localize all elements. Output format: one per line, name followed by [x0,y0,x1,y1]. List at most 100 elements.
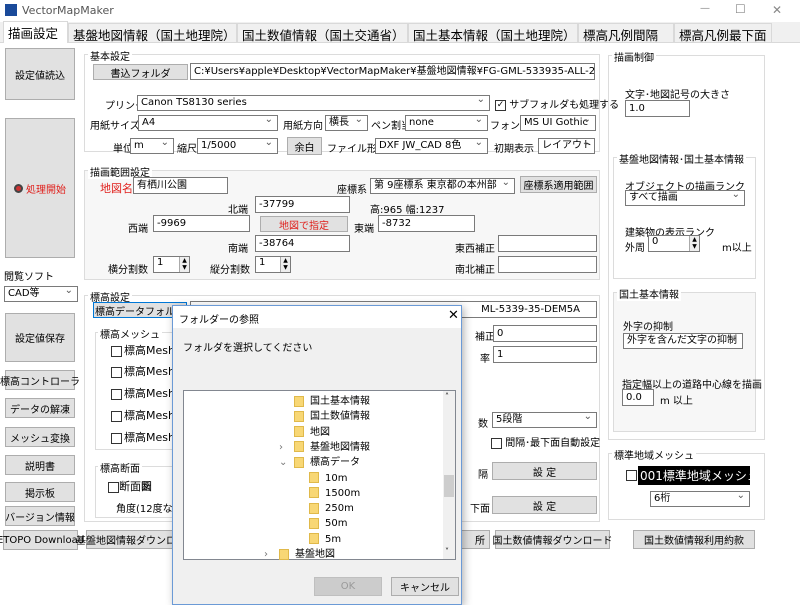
tab-0[interactable]: 描画設定 [3,21,68,43]
basic-settings-title: 基本設定 [88,48,132,63]
close-button[interactable]: ✕ [772,3,782,17]
rate-input[interactable]: 1 [493,346,597,363]
ew-correction-input[interactable] [498,235,597,252]
interval-set-button[interactable]: 設 定 [492,462,597,480]
subfolder-checkbox[interactable]: ✓ サブフォルダも処理する [495,96,619,111]
north-input[interactable]: -37799 [255,196,350,213]
ns-correction-input[interactable] [498,256,597,273]
map-select-button[interactable]: 地図で指定 [260,216,348,232]
map-name-input[interactable]: 有栖川公園 [133,177,228,194]
save-settings-button[interactable]: 設定値保存 [5,313,75,362]
outer-spinner[interactable]: 0 ▲ ▼ [648,235,700,252]
dialog-close-icon[interactable]: ✕ [448,308,459,323]
tab-2[interactable]: 国土数値情報（国土交通省） [237,23,408,43]
pen-select[interactable]: none [405,115,488,131]
tab-4[interactable]: 標高凡例間隔 [578,23,674,43]
maximize-button[interactable]: ☐ [735,2,746,16]
mesh-checkbox[interactable] [626,470,637,481]
h-div-spinner[interactable]: 1 ▲ ▼ [153,256,190,273]
spin-arrows-icon[interactable]: ▲ ▼ [689,236,699,251]
left-button-5[interactable]: バージョン情報 [5,506,75,526]
tree-item-label: 国土基本情報 [310,396,370,407]
auto-checkbox[interactable]: 間隔･最下面自動設定 [491,434,600,449]
margin-button[interactable]: 余白 [287,137,322,155]
spin-arrows-icon[interactable]: ▲ ▼ [179,257,189,272]
scroll-down-icon[interactable]: ˅ [445,547,449,556]
viewer-select[interactable]: CAD等 [4,286,78,302]
checkbox-box[interactable] [111,366,122,378]
road-input[interactable]: 0.0 [622,389,654,406]
tree-item[interactable]: 50m [309,516,347,531]
steps-label: 数 [478,419,488,430]
kokudo-download-button[interactable]: 国土数値情報ダウンロード [493,530,613,549]
chevron-right-icon[interactable]: › [279,440,283,455]
east-input[interactable]: -8732 [378,215,475,232]
tree-item[interactable]: › 基盤地図 [264,547,335,562]
scroll-up-icon[interactable]: ˄ [445,392,449,401]
folder-tree[interactable]: 国土基本情報 国土数値情報 地図 › 基盤地図情報 ⌄ 標高データ 10m 1500m 250m 5… [183,390,456,560]
initial-view-select[interactable]: レイアウト [538,138,595,154]
tab-3[interactable]: 国土基本情報（国土地理院） [408,23,578,43]
road-unit: m 以上 [660,396,693,407]
font-select[interactable]: MS UI Gothic [520,115,596,131]
printer-select[interactable]: Canon TS8130 series [137,95,490,111]
checkbox-box[interactable] [111,345,122,357]
format-select[interactable]: DXF JW_CAD 8色 [375,138,488,154]
ok-button[interactable]: OK [314,577,382,596]
crs-select[interactable]: 第 9座標系 東京都の本州部 [370,178,515,194]
rate-label: 率 [480,354,490,365]
tab-5[interactable]: 標高凡例最下面 [674,23,772,43]
checkbox-box[interactable] [111,432,122,444]
checkbox-box[interactable] [111,388,122,400]
tree-item[interactable]: 国土基本情報 [294,394,370,409]
load-settings-button[interactable]: 設定値読込 [5,48,75,100]
tree-item[interactable]: › 基盤地図情報 [279,440,370,455]
output-folder-path[interactable]: C:¥Users¥apple¥Desktop¥VectorMapMaker¥基盤… [190,63,595,80]
scroll-thumb[interactable] [444,475,454,497]
elev-mesh-checkbox[interactable]: 標高Mesh [111,342,175,358]
paper-select[interactable]: A4 [138,115,278,131]
south-input[interactable]: -38764 [255,235,350,252]
crs-range-button[interactable]: 座標系適用範囲 [520,176,597,193]
tree-item[interactable]: 10m [309,471,347,486]
tree-scrollbar[interactable]: ˄ ˅ [443,391,455,559]
tree-item[interactable]: 1500m [309,486,360,501]
correction-input[interactable]: 0 [493,325,597,342]
chevron-down-icon[interactable]: ⌄ [279,455,287,470]
kiban-download-button[interactable]: 基盤地図情報ダウンロード [76,530,196,549]
bottom-set-button[interactable]: 設 定 [492,496,597,514]
tree-item[interactable]: 5m [309,532,341,547]
start-process-button[interactable]: 処理開始 [5,118,75,258]
tree-item[interactable]: 国土数値情報 [294,409,370,424]
tree-item[interactable]: 250m [309,501,354,516]
minimize-button[interactable]: — [700,3,710,14]
elev-mesh-checkbox[interactable]: 標高Mesh [111,363,175,379]
tree-item[interactable]: 地図 [294,425,330,440]
gaiji-select[interactable]: 外字を含んだ文字の抑制 [623,333,743,349]
steps-select[interactable]: 5段階 [492,412,597,428]
terms-button[interactable]: 国土数値情報利用約款 [633,530,755,549]
mesh-digits-select[interactable]: 6桁 [650,491,750,507]
tree-item[interactable]: ⌄ 標高データ [279,455,360,470]
output-folder-button[interactable]: 書込フォルダ [93,64,188,80]
elev-mesh-checkbox[interactable]: 標高Mesh [111,407,175,423]
left-button-2[interactable]: メッシュ変換 [5,427,75,447]
left-button-6[interactable]: ETOPO Download [0,530,84,550]
cancel-button[interactable]: キャンセル [391,577,459,596]
checkbox-box[interactable] [111,410,122,422]
chevron-right-icon[interactable]: › [264,547,268,562]
left-button-3[interactable]: 説明書 [5,455,75,475]
rank-select[interactable]: すべて描画 [625,190,745,206]
orientation-select[interactable]: 横長 [325,115,368,131]
left-button-0[interactable]: 標高コントローラ [0,370,80,390]
left-button-4[interactable]: 掲示板 [5,482,75,502]
elev-mesh-checkbox[interactable]: 標高Mesh [111,385,175,401]
spin-arrows-icon[interactable]: ▲ ▼ [280,257,290,272]
unit-select[interactable]: m [130,138,174,154]
scale-select[interactable]: 1/5000 [197,138,278,154]
tab-1[interactable]: 基盤地図情報（国土地理院） [68,23,237,43]
left-button-1[interactable]: データの解凍 [5,398,75,418]
v-div-spinner[interactable]: 1 ▲ ▼ [255,256,291,273]
west-input[interactable]: -9969 [153,215,250,232]
symbol-size-input[interactable]: 1.0 [625,100,690,117]
